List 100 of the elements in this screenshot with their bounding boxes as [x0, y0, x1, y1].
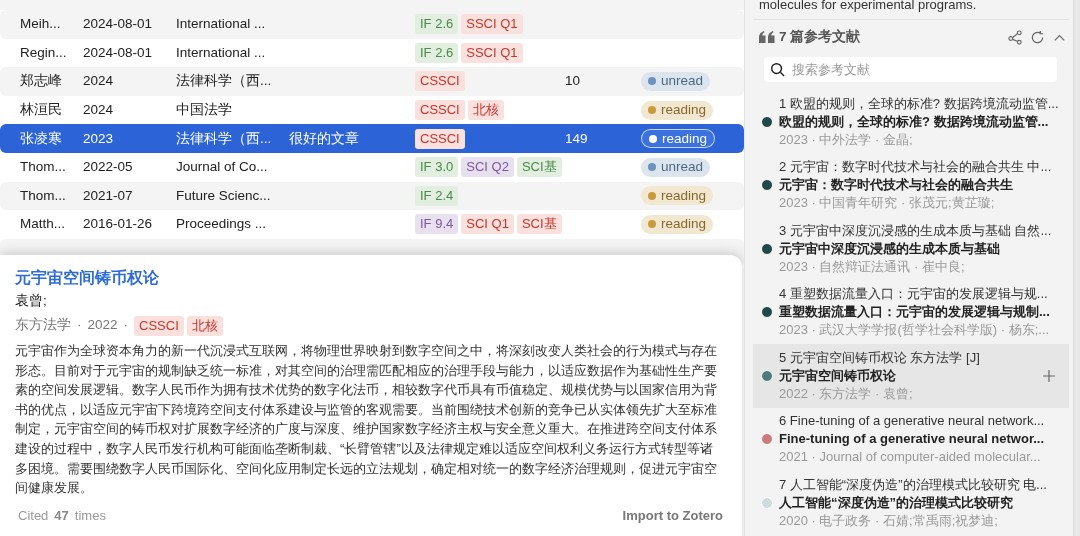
reference-item[interactable]: 4 重塑数据流量入口：元宇宙的发展逻辑与规... 重塑数据流量入口：元宇宙的发展逻辑与规制... 2023 · 武汉大学学报(哲学社会科学版) · 杨东;... — [753, 280, 1069, 344]
table-cell-text: 2022-05 — [83, 158, 134, 177]
table-cell-text: Regin... — [20, 43, 68, 62]
tag: 北核 — [467, 100, 504, 121]
tag: IF 3.0 — [415, 157, 459, 178]
reference-title: 元宇宙：数字时代技术与社会的融合共生 — [779, 176, 1014, 195]
tag: SCI Q2 — [461, 157, 514, 178]
section-title: 7 篇参考文献 — [779, 27, 862, 46]
table-cell-text: Matth... — [20, 215, 66, 234]
reference-meta: 2023 · 中国青年研究 · 张茂元;黄芷璇; — [779, 194, 996, 213]
status-badge: reading — [641, 129, 716, 149]
authors-text: 袁曾; — [15, 292, 48, 310]
reference-item[interactable]: 5 元宇宙空间铸币权论 东方法学 [J] 元宇宙空间铸币权论 2022 · 东方法学 · 袁曾; — [753, 344, 1069, 408]
reference-item[interactable]: 7 人工智能“深度伪造”的治理模式比较研究 电... 人工智能“深度伪造”的治理模式比较研究 2020 · 电子政务 · 石婧;常禹雨;祝梦迪; — [753, 471, 1069, 535]
tag: IF 9.4 — [415, 214, 459, 235]
table-cell-text: 2021-07 — [83, 186, 134, 205]
table-cell-text: 法律科学（西... — [176, 72, 273, 91]
reference-title: 元宇宙中深度沉浸感的生成本质与基础 — [779, 239, 1001, 258]
tag: IF 2.6 — [415, 42, 459, 63]
tag: SSCI Q1 — [461, 42, 523, 63]
reference-meta: 2020 · 电子政务 · 石婧;常禹雨;祝梦迪; — [779, 511, 999, 530]
table-cell-text: 中国法学 — [176, 100, 233, 119]
reference-item[interactable]: 1 欧盟的规则，全球的标准? 数据跨境流动监管... 欧盟的规则，全球的标准? 数据跨境流动监管... 2023 · 中外法学 · 金晶; — [753, 90, 1069, 154]
reference-line: 6 Fine-tuning of a generative neural network... — [779, 412, 1045, 431]
table-cell-text: International ... — [176, 15, 267, 34]
import-button[interactable]: Import to Zotero — [622, 505, 723, 526]
table-cell-text: 2024-08-01 — [83, 15, 154, 34]
tag: CSSCI — [134, 315, 184, 336]
table-cell-text: 2024-08-01 — [83, 43, 154, 62]
reference-item[interactable]: 6 Fine-tuning of a generative neural network... Fine-tuning of a generative neural networ... 2021 · Journal of computer-aided molecular... — [753, 407, 1069, 471]
table-row[interactable]: Meih... 2024-08-01 International ... IF 2.6 SSCI Q1 — [0, 10, 744, 39]
status-badge: reading — [641, 214, 714, 234]
reference-item[interactable]: 3 元宇宙中深度沉浸感的生成本质与基础 自然... 元宇宙中深度沉浸感的生成本质与基础 2023 · 自然辩证法通讯 · 崔中良; — [753, 217, 1069, 281]
status-badge: reading — [641, 100, 714, 120]
reference-title: 人工智能“深度伪造”的治理模式比较研究 — [779, 493, 1014, 512]
reference-line: 3 元宇宙中深度沉浸感的生成本质与基础 自然... — [779, 221, 1052, 240]
table-cell-text: Thom... — [20, 186, 67, 205]
reference-title: 重塑数据流量入口：元宇宙的发展逻辑与规制... — [779, 303, 1050, 322]
table-cell-text: Proceedings ... — [176, 215, 268, 234]
table-cell-text: 郑志峰 — [20, 72, 63, 91]
reference-title: 元宇宙空间铸币权论 — [779, 366, 897, 385]
table-cell-text: 很好的文章 — [289, 129, 360, 148]
reference-line: 2 元宇宙：数字时代技术与社会的融合共生 中... — [779, 158, 1052, 177]
table-row[interactable]: Thom... 2021-07 Future Scienc... IF 2.4 reading — [0, 181, 744, 211]
tag: SCI Q1 — [461, 214, 514, 235]
table-cell-text: 林洹民 — [20, 100, 63, 119]
table-cell-text: 法律科学（西... — [176, 129, 273, 148]
abstract-snippet: molecules for experimental programs. — [758, 0, 978, 13]
reference-item[interactable]: 2 元宇宙：数字时代技术与社会的融合共生 中... 元宇宙：数字时代技术与社会的融合共生 2023 · 中国青年研究 · 张茂元;黄芷璇; — [753, 153, 1069, 217]
table-cell-text: 2024 — [83, 100, 115, 119]
year-text: 2022 — [87, 316, 118, 335]
table-cell-text: Meih... — [20, 15, 62, 34]
tag: 北核 — [186, 315, 223, 336]
table-cell-text: 10 — [565, 72, 582, 91]
search-field[interactable]: 搜索参考文献 — [764, 57, 1057, 82]
status-badge: unread — [641, 72, 711, 91]
tag: SCI基 — [516, 214, 562, 235]
reference-meta: 2022 · 东方法学 · 袁曾; — [779, 384, 914, 403]
tag: SCI基 — [516, 157, 562, 178]
reference-meta: 2023 · 中外法学 · 金晶; — [779, 130, 914, 149]
table-cell-text: Thom... — [20, 158, 67, 177]
cited-count: 47 — [54, 506, 69, 525]
table-cell-text: International ... — [176, 43, 267, 62]
status-badge: reading — [641, 186, 714, 206]
table-cell-text: 149 — [565, 129, 589, 148]
reference-meta: 2023 · 自然辩证法通讯 · 崔中良; — [779, 257, 966, 276]
add-icon[interactable] — [1043, 370, 1055, 382]
quote-icon — [759, 31, 775, 43]
table-cell-text: 2024 — [83, 72, 115, 91]
separator-text: · — [77, 316, 82, 335]
status-badge: unread — [641, 157, 711, 177]
table-cell-text: Future Scienc... — [176, 186, 272, 205]
reference-line: 7 人工智能“深度伪造”的治理模式比较研究 电... — [779, 475, 1047, 494]
tag: CSSCI — [415, 71, 465, 92]
reference-line: 1 欧盟的规则，全球的标准? 数据跨境流动监管... — [779, 94, 1059, 113]
share-icon[interactable] — [1008, 29, 1023, 45]
journal-name: 东方法学 — [15, 316, 71, 335]
reference-line: 4 重塑数据流量入口：元宇宙的发展逻辑与规... — [779, 285, 1049, 304]
table-row[interactable]: 郑志峰 2024 法律科学（西... CSSCI 10 unread — [0, 67, 744, 96]
tag: SSCI Q1 — [461, 14, 523, 35]
separator-text: · — [123, 316, 129, 335]
search-icon — [770, 62, 785, 77]
tag: IF 2.4 — [415, 185, 459, 206]
cited-label: Cited — [18, 506, 49, 525]
table-row[interactable]: 张凌寒 2023 法律科学（西... 很好的文章 CSSCI 149 reading — [0, 124, 744, 153]
abstract-paragraph: 元宇宙作为全球资本角力的新一代沉浸式互联网，将物理世界映射到数字空间之中，将深刻改变人类社会的行为模式与存在形态。目前对于元宇宙的规制缺乏统一标准，对其空间的治理需匹配相应的治理手段与能力，以适应数据作为基础性生产要素的空间发展逻辑。数字人民币作为拥有技术优势的数字化法币，相较数字代币具有币值稳定、规模优势与以国家信用为背书的优点，以适应元宇宙下跨境跨空间支付体系建设与监管的客观需要。当前围绕技术创新的竞争已从实体领先扩大至标准制定，元宇宙空间的铸币权对扩展数字经济的广度与深度、维护国家数字经济主权与安全意义重大。在推进跨空间支付体系建设的过程中，数字人民币发行机构可能面临垄断制裁、“长臂管辖”以及法律规定难以适应空间权利义务运行方式转型等诸多困境。需要围绕数字人民币国际化、空间化应用制定长远的立法规划，确定相对统一的数字经济治理规则，促进元宇宙空间健康发展。 — [15, 342, 718, 498]
table-cell-text: 2016-01-26 — [83, 215, 154, 234]
table-cell-text: 2023 — [83, 129, 115, 148]
reference-title: Fine-tuning of a generative neural networ... — [779, 430, 1045, 449]
tag: CSSCI — [415, 128, 465, 149]
reference-meta: 2021 · Journal of computer-aided molecular... — [779, 448, 1042, 467]
reference-line: 5 元宇宙空间铸币权论 东方法学 [J] — [779, 348, 980, 367]
tag: IF 2.6 — [415, 14, 459, 35]
table-cell-text: 张凌寒 — [20, 129, 63, 148]
refresh-icon[interactable] — [1030, 29, 1045, 45]
reference-title: 欧盟的规则，全球的标准? 数据跨境流动监管... — [779, 112, 1050, 131]
article-title-link[interactable]: 元宇宙空间铸币权论 — [15, 267, 727, 289]
reference-meta: 2023 · 武汉大学学报(哲学社会科学版) · 杨东;... — [779, 321, 1050, 340]
table-cell-text: Journal of Co... — [176, 158, 269, 177]
cited-label: times — [74, 506, 106, 525]
